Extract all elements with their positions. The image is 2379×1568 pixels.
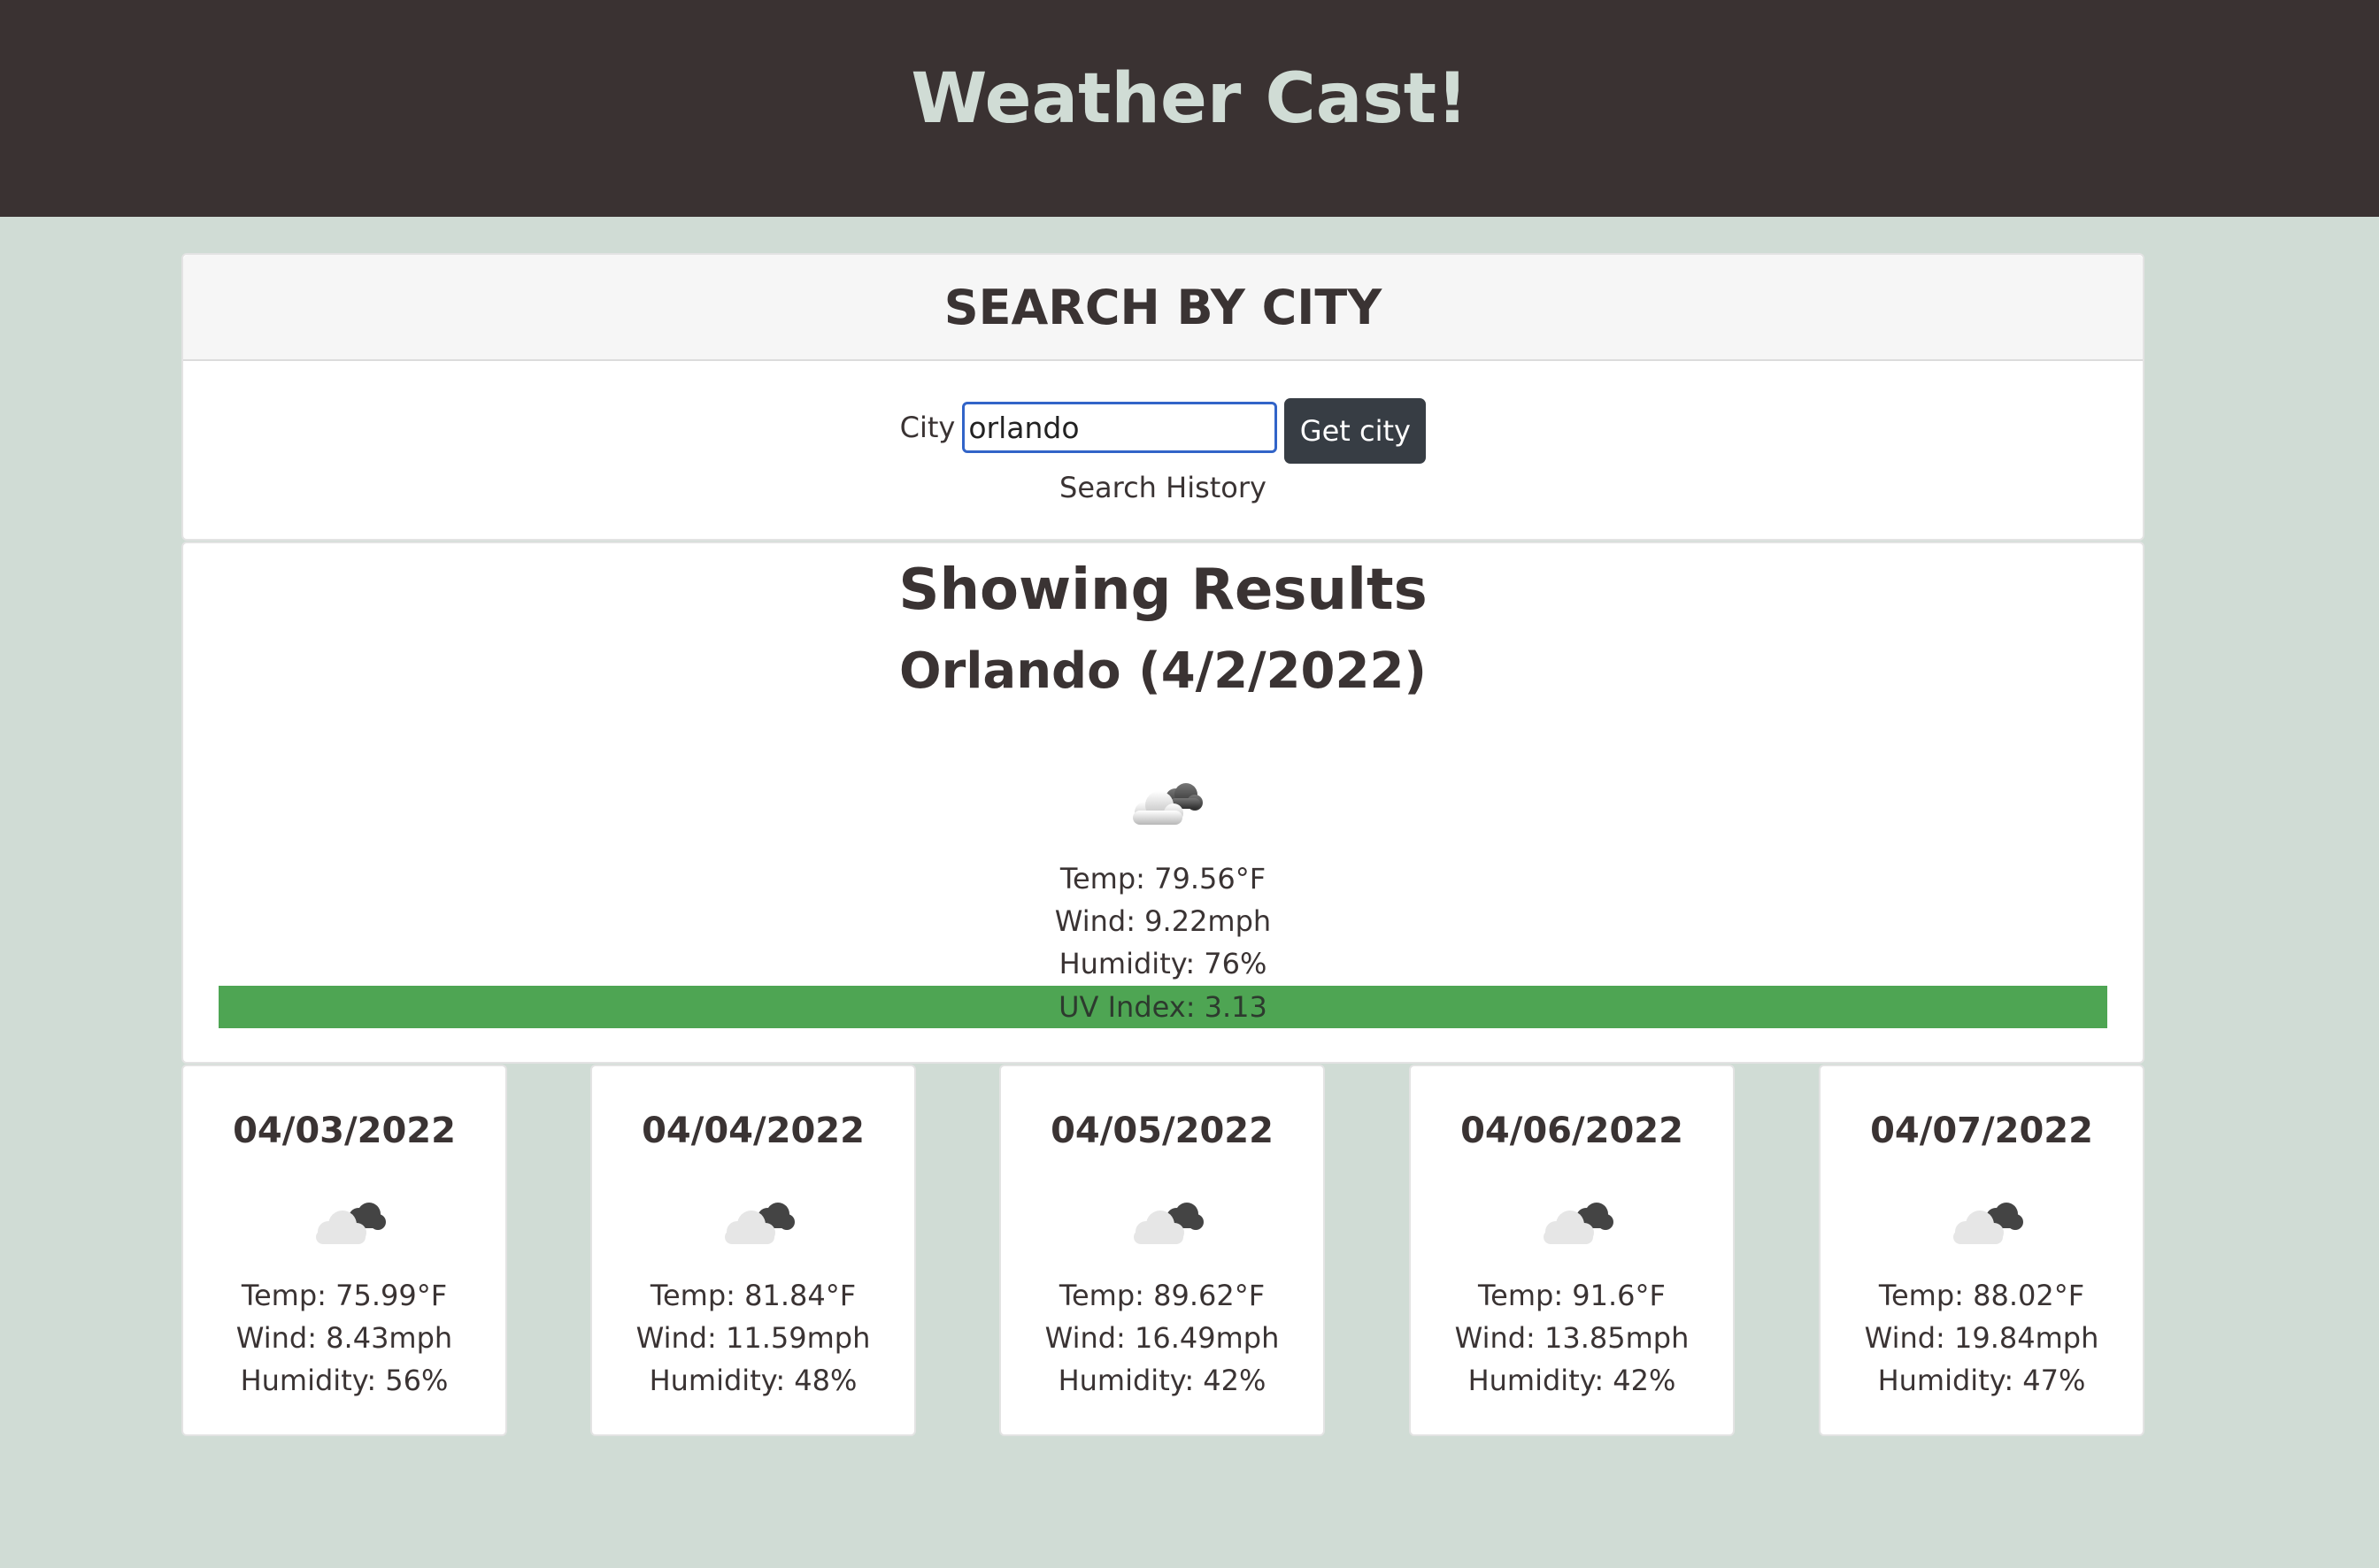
forecast-date: 04/03/2022 <box>233 1111 456 1151</box>
forecast-humidity: Humidity: 47% <box>1877 1364 2086 1397</box>
partly-cloudy-icon <box>316 1203 386 1244</box>
forecast-wind: Wind: 13.85mph <box>1454 1321 1690 1355</box>
current-temp: Temp: 79.56°F <box>1059 862 1266 895</box>
partly-cloudy-icon <box>1544 1203 1613 1244</box>
forecast-date: 04/05/2022 <box>1051 1111 1274 1151</box>
app-title: Weather Cast! <box>911 58 1468 139</box>
partly-cloudy-icon <box>725 1203 795 1244</box>
forecast-humidity: Humidity: 42% <box>1058 1364 1266 1397</box>
search-card: SEARCH BY CITY City Get city Search Hist… <box>181 253 2144 541</box>
forecast-temp: Temp: 81.84°F <box>650 1279 857 1312</box>
forecast-wind: Wind: 16.49mph <box>1044 1321 1280 1355</box>
search-card-header: SEARCH BY CITY <box>183 255 2143 361</box>
app-header: Weather Cast! <box>0 0 2379 217</box>
forecast-date: 04/07/2022 <box>1870 1111 2093 1151</box>
partly-cloudy-icon <box>1133 783 1203 825</box>
forecast-humidity: Humidity: 48% <box>649 1364 858 1397</box>
forecast-temp: Temp: 75.99°F <box>241 1279 448 1312</box>
forecast-card: 04/04/2022 Temp: 81.84°F Wind: 11.59mph … <box>590 1065 916 1436</box>
forecast-card: 04/07/2022 Temp: 88.02°F Wind: 19.84mph … <box>1819 1065 2144 1436</box>
current-weather-card: Showing Results Orlando (4/2/2022) Temp:… <box>181 542 2144 1064</box>
city-label: City <box>899 411 956 444</box>
partly-cloudy-icon <box>1134 1203 1204 1244</box>
partly-cloudy-icon <box>1953 1203 2023 1244</box>
forecast-date: 04/04/2022 <box>642 1111 865 1151</box>
city-date-heading: Orlando (4/2/2022) <box>898 642 1427 700</box>
get-city-button[interactable]: Get city <box>1284 398 1427 464</box>
forecast-humidity: Humidity: 42% <box>1467 1364 1676 1397</box>
city-input[interactable] <box>962 402 1278 453</box>
current-wind: Wind: 9.22mph <box>1054 904 1272 938</box>
search-form: City Get city <box>183 398 2143 464</box>
results-heading: Showing Results <box>898 557 1428 623</box>
forecast-wind: Wind: 8.43mph <box>235 1321 453 1355</box>
forecast-temp: Temp: 89.62°F <box>1059 1279 1266 1312</box>
search-history-label: Search History <box>1059 471 1266 504</box>
forecast-humidity: Humidity: 56% <box>240 1364 449 1397</box>
forecast-date: 04/06/2022 <box>1460 1111 1683 1151</box>
current-humidity: Humidity: 76% <box>1059 947 1267 980</box>
forecast-wind: Wind: 19.84mph <box>1864 1321 2099 1355</box>
search-title: SEARCH BY CITY <box>943 279 1382 335</box>
forecast-card: 04/03/2022 Temp: 75.99°F Wind: 8.43mph H… <box>181 1065 507 1436</box>
forecast-temp: Temp: 88.02°F <box>1878 1279 2085 1312</box>
uv-index-bar: UV Index: 3.13 <box>219 986 2107 1028</box>
forecast-wind: Wind: 11.59mph <box>635 1321 871 1355</box>
forecast-card: 04/05/2022 Temp: 89.62°F Wind: 16.49mph … <box>999 1065 1325 1436</box>
forecast-temp: Temp: 91.6°F <box>1478 1279 1666 1312</box>
forecast-card: 04/06/2022 Temp: 91.6°F Wind: 13.85mph H… <box>1409 1065 1735 1436</box>
